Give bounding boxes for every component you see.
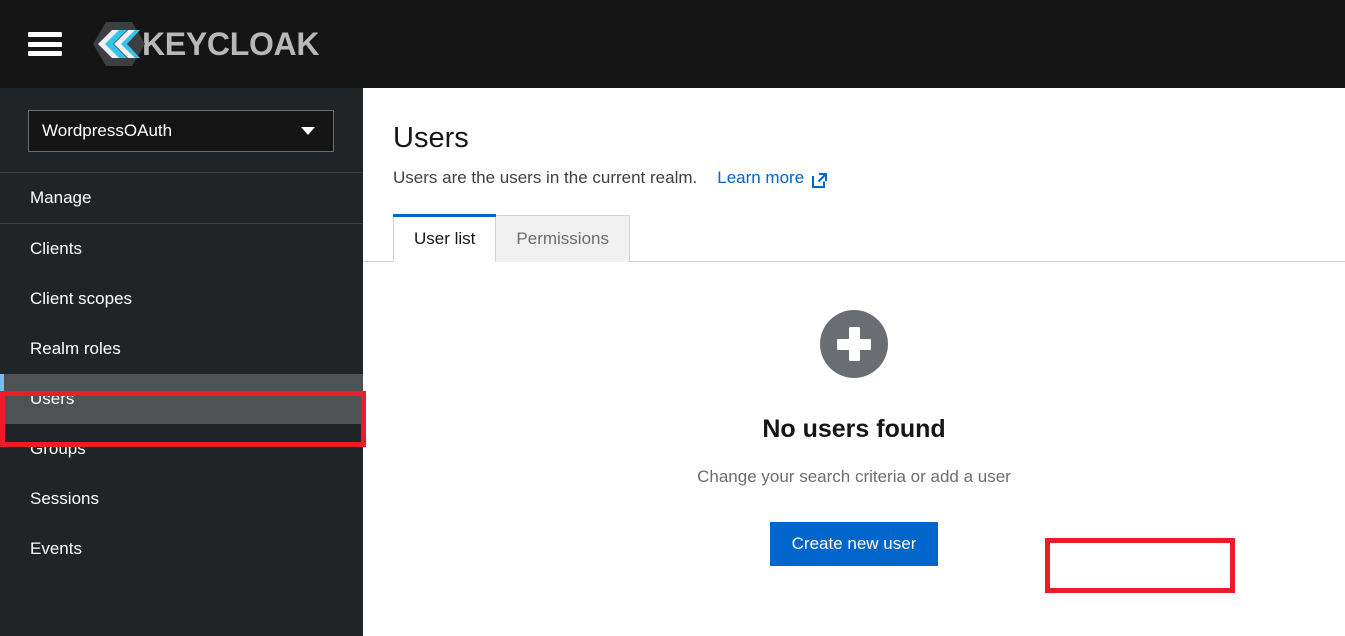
sidebar-item-sessions[interactable]: Sessions bbox=[0, 474, 363, 524]
tab-label: Permissions bbox=[516, 229, 609, 248]
sidebar-item-label: Events bbox=[30, 539, 82, 558]
tab-label: User list bbox=[414, 228, 476, 248]
tabs-region: User list Permissions bbox=[363, 214, 1345, 263]
keycloak-hexagon-logo-icon bbox=[92, 21, 146, 67]
sidebar-item-groups[interactable]: Groups bbox=[0, 424, 363, 474]
keycloak-admin-console: KEYCLOAK WordpressOAuth Manage Clients C… bbox=[0, 0, 1345, 636]
sidebar-item-label: Sessions bbox=[30, 489, 99, 508]
sidebar-nav-list: Clients Client scopes Realm roles Users … bbox=[0, 224, 363, 574]
sidebar: WordpressOAuth Manage Clients Client sco… bbox=[0, 88, 363, 636]
hamburger-bar bbox=[28, 32, 62, 37]
hamburger-menu-icon[interactable] bbox=[28, 29, 62, 59]
sidebar-item-users[interactable]: Users bbox=[0, 374, 363, 424]
hamburger-bar bbox=[28, 41, 62, 47]
nav-group-title-manage: Manage bbox=[30, 188, 92, 207]
create-new-user-button[interactable]: Create new user bbox=[769, 522, 939, 566]
empty-state: No users found Change your search criter… bbox=[363, 310, 1345, 566]
sidebar-item-client-scopes[interactable]: Client scopes bbox=[0, 274, 363, 324]
empty-state-title: No users found bbox=[762, 415, 946, 443]
realm-selector-wrapper: WordpressOAuth bbox=[0, 88, 363, 152]
empty-state-body: Change your search criteria or add a use… bbox=[697, 467, 1011, 486]
realm-selector[interactable]: WordpressOAuth bbox=[28, 110, 334, 152]
learn-more-label: Learn more bbox=[717, 168, 805, 187]
page-title: Users bbox=[393, 122, 469, 154]
masthead: KEYCLOAK bbox=[0, 0, 1345, 88]
brand[interactable]: KEYCLOAK bbox=[92, 21, 319, 67]
sidebar-item-realm-roles[interactable]: Realm roles bbox=[0, 324, 363, 374]
page-subtitle: Users are the users in the current realm… bbox=[393, 168, 698, 187]
learn-more-link[interactable]: Learn more bbox=[717, 168, 828, 188]
sidebar-item-clients[interactable]: Clients bbox=[0, 224, 363, 274]
sidebar-item-label: Clients bbox=[30, 239, 82, 258]
sidebar-item-label: Realm roles bbox=[30, 339, 121, 358]
plus-circle-icon bbox=[820, 310, 888, 378]
main-content: Users Users are the users in the current… bbox=[363, 88, 1345, 636]
sidebar-item-label: Client scopes bbox=[30, 289, 133, 308]
brand-text: KEYCLOAK bbox=[142, 26, 320, 62]
sidebar-item-label: Groups bbox=[30, 439, 86, 458]
external-link-icon bbox=[811, 172, 828, 189]
page-header: Users Users are the users in the current… bbox=[363, 88, 1345, 188]
sidebar-item-events[interactable]: Events bbox=[0, 524, 363, 574]
sidebar-item-label: Users bbox=[30, 389, 75, 408]
tab-permissions[interactable]: Permissions bbox=[495, 215, 630, 262]
tab-list: User list Permissions bbox=[393, 214, 630, 263]
tab-user-list[interactable]: User list bbox=[393, 214, 497, 263]
chevron-down-icon bbox=[301, 127, 315, 135]
hamburger-bar bbox=[28, 51, 62, 56]
realm-selector-value: WordpressOAuth bbox=[42, 121, 173, 140]
page-subtitle-row: Users are the users in the current realm… bbox=[393, 168, 1345, 188]
